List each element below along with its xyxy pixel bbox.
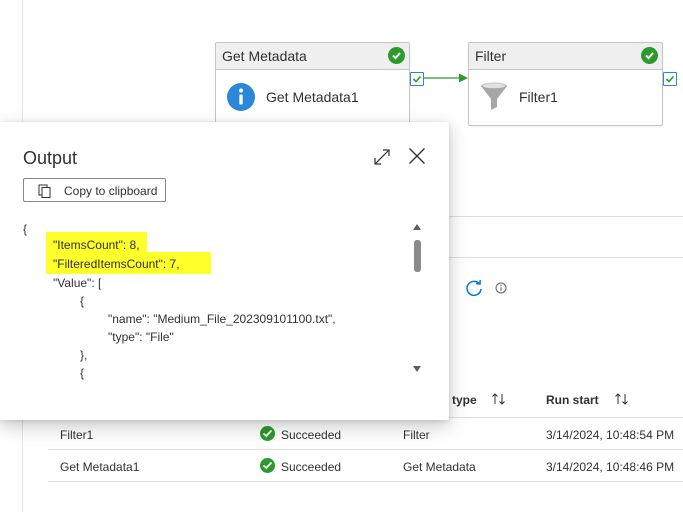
copy-button-label: Copy to clipboard	[64, 184, 158, 198]
json-line: {	[80, 366, 85, 380]
section-divider	[446, 257, 683, 258]
sort-icon[interactable]	[614, 392, 630, 406]
info-icon	[227, 83, 255, 111]
json-line: },	[80, 348, 88, 362]
section-divider	[446, 216, 683, 217]
scroll-down-icon[interactable]	[413, 366, 421, 372]
activity-header: Filter	[469, 43, 662, 70]
info-icon[interactable]	[495, 282, 507, 294]
column-header-run-start[interactable]: Run start	[546, 393, 599, 407]
success-check-icon	[260, 458, 275, 473]
check-icon	[412, 75, 422, 83]
activity-name: Get Metadata1	[266, 89, 359, 105]
check-icon	[665, 75, 675, 83]
refresh-icon[interactable]	[465, 279, 483, 297]
json-line: {	[23, 222, 28, 236]
json-line: "FilteredItemsCount": 7,	[53, 257, 180, 271]
funnel-icon	[481, 82, 507, 110]
run-start-cell: 3/14/2024, 10:48:54 PM	[546, 428, 675, 442]
scrollbar-thumb[interactable]	[414, 240, 421, 272]
success-output-port[interactable]	[663, 72, 677, 86]
success-check-icon	[388, 47, 405, 64]
status-cell: Succeeded	[281, 460, 342, 474]
row-divider	[48, 449, 683, 450]
activity-name-cell[interactable]: Get Metadata1	[60, 460, 139, 474]
row-divider	[48, 481, 683, 482]
type-cell: Get Metadata	[403, 460, 476, 474]
activity-card-get-metadata[interactable]: Get Metadata Get Metadata1	[215, 42, 410, 124]
activity-name: Filter1	[519, 89, 558, 105]
copy-icon	[38, 184, 51, 198]
status-cell: Succeeded	[281, 428, 342, 442]
activity-type-label: Get Metadata	[222, 48, 307, 64]
success-output-port[interactable]	[410, 72, 424, 86]
sort-icon[interactable]	[491, 392, 507, 406]
connector-arrow	[423, 73, 468, 83]
scroll-up-icon[interactable]	[413, 224, 421, 230]
activity-card-filter[interactable]: Filter Filter1	[468, 42, 663, 126]
type-cell: Filter	[403, 428, 430, 442]
output-panel: Output Copy to clipboard { "ItemsCount":…	[0, 122, 449, 420]
vertical-scrollbar[interactable]	[411, 222, 423, 378]
success-check-icon	[260, 426, 275, 441]
activity-header: Get Metadata	[216, 43, 409, 70]
close-icon[interactable]	[408, 147, 426, 165]
run-start-cell: 3/14/2024, 10:48:46 PM	[546, 460, 675, 474]
json-line: "ItemsCount": 8,	[53, 238, 140, 252]
copy-to-clipboard-button[interactable]: Copy to clipboard	[23, 178, 166, 202]
expand-icon[interactable]	[373, 148, 391, 166]
column-header-type[interactable]: type	[452, 393, 477, 407]
json-line: "type": "File"	[108, 330, 174, 344]
panel-title: Output	[23, 148, 78, 168]
activity-name-cell[interactable]: Filter1	[60, 428, 93, 442]
json-line: "name": "Medium_File_202309101100.txt",	[108, 312, 336, 326]
json-line: "Value": [	[53, 276, 102, 290]
json-line: {	[80, 294, 85, 308]
success-check-icon	[641, 47, 658, 64]
activity-type-label: Filter	[475, 48, 507, 64]
